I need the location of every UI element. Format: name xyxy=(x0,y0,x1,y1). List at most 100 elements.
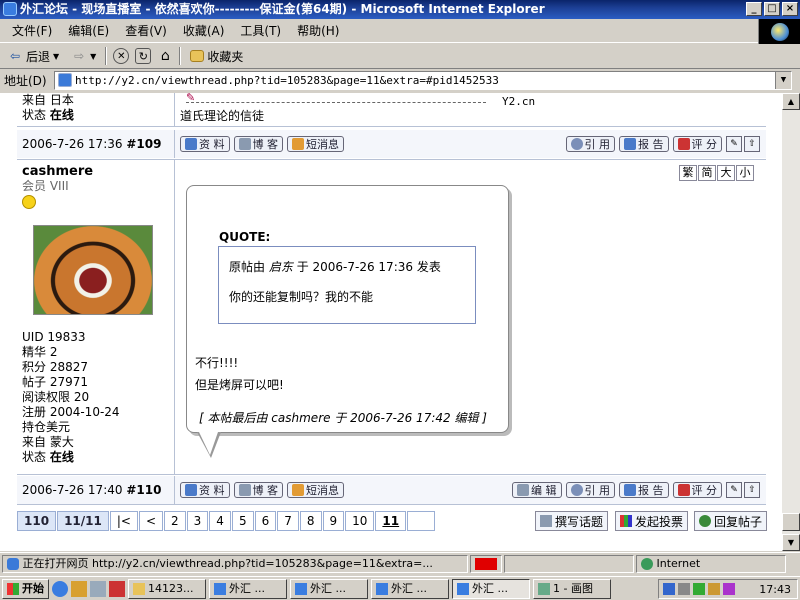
traditional-button[interactable]: 繁 xyxy=(679,165,697,181)
task-item-active[interactable]: 外汇 ... xyxy=(452,578,530,599)
pager-page[interactable]: 5 xyxy=(231,511,254,531)
pen-tray-icon[interactable] xyxy=(708,583,720,595)
input-icon[interactable] xyxy=(723,583,735,595)
profile-button[interactable]: 资 料 xyxy=(180,482,230,498)
address-input[interactable]: http://y2.cn/viewthread.php?tid=105283&p… xyxy=(54,71,792,90)
pager-page[interactable]: 6 xyxy=(254,511,277,531)
pager-page[interactable]: 2 xyxy=(164,511,186,531)
stat-registered: 注册 2004-10-24 xyxy=(22,405,120,419)
pm-button[interactable]: 短消息 xyxy=(287,136,344,152)
ie-quicklaunch-icon[interactable] xyxy=(52,580,68,597)
rate-button[interactable]: 评 分 xyxy=(672,482,722,498)
outlook-icon[interactable] xyxy=(71,580,87,597)
stat-from: 来自 蒙大 xyxy=(22,435,74,449)
refresh-icon[interactable]: ↻ xyxy=(135,48,152,64)
start-button[interactable]: 开始 xyxy=(2,578,49,599)
prev-post-from: 来自 日本 xyxy=(22,93,74,107)
home-icon[interactable]: ⌂ xyxy=(157,48,173,64)
user-icon xyxy=(185,138,197,150)
pager-page[interactable]: 3 xyxy=(186,511,209,531)
media-icon[interactable] xyxy=(109,580,125,597)
task-item[interactable]: 外汇 ... xyxy=(290,578,368,599)
users-icon xyxy=(292,484,304,496)
ie-icon xyxy=(295,582,307,595)
scroll-down-button[interactable]: ▼ xyxy=(782,534,800,551)
menu-help[interactable]: 帮助(H) xyxy=(289,20,347,42)
volume-icon[interactable] xyxy=(678,583,690,595)
new-poll-button[interactable]: 发起投票 xyxy=(615,511,689,531)
menu-file[interactable]: 文件(F) xyxy=(4,20,60,42)
edit-small-icon[interactable]: ✎ xyxy=(726,482,742,498)
speech-icon xyxy=(570,138,583,150)
task-item[interactable]: 外汇 ... xyxy=(371,578,449,599)
vertical-scrollbar[interactable]: ▲ ▼ xyxy=(782,93,800,551)
pen-icon xyxy=(238,484,251,496)
network-icon[interactable] xyxy=(663,583,675,595)
back-arrow-icon: ⇦ xyxy=(9,49,21,63)
menu-bar: 文件(F) 编辑(E) 查看(V) 收藏(A) 工具(T) 帮助(H) xyxy=(0,19,800,43)
menu-edit[interactable]: 编辑(E) xyxy=(60,20,117,42)
post-author[interactable]: cashmere xyxy=(22,164,174,179)
menu-favorites[interactable]: 收藏(A) xyxy=(175,20,233,42)
top-icon[interactable]: ⇧ xyxy=(744,482,760,498)
desktop-icon[interactable] xyxy=(90,580,106,597)
stat-points: 积分 28827 xyxy=(22,360,88,374)
security-icon[interactable] xyxy=(693,583,705,595)
stop-icon[interactable]: ✕ xyxy=(113,48,130,64)
edit-button[interactable]: 编 辑 xyxy=(512,482,562,498)
close-button[interactable]: × xyxy=(782,2,798,16)
prev-post-userinfo: 来自 日本 状态 在线 xyxy=(17,93,175,126)
simplified-button[interactable]: 简 xyxy=(698,165,716,181)
progress-bar xyxy=(475,557,497,570)
address-dropdown[interactable]: ▼ xyxy=(775,72,791,89)
report-button[interactable]: 报 告 xyxy=(619,136,669,152)
globe-icon xyxy=(771,23,789,41)
pen-icon xyxy=(540,515,552,527)
quote-button[interactable]: 引 用 xyxy=(565,482,615,498)
font-smaller-button[interactable]: 小 xyxy=(736,165,754,181)
pager-page[interactable]: 7 xyxy=(277,511,299,531)
post-body: 不行!!!! 但是烤屏可以吧! xyxy=(195,352,284,396)
maximize-button[interactable]: □ xyxy=(764,2,780,16)
edit-icon xyxy=(517,484,529,496)
scroll-thumb[interactable] xyxy=(782,513,800,531)
pager-current: 11 xyxy=(375,511,407,531)
edit-small-icon[interactable]: ✎ xyxy=(726,136,742,152)
blog-button[interactable]: 博 客 xyxy=(233,136,283,152)
rate-button[interactable]: 评 分 xyxy=(672,136,722,152)
favorites-button[interactable]: 收藏夹 xyxy=(187,48,246,65)
task-item[interactable]: 外汇 ... xyxy=(209,578,287,599)
report-button[interactable]: 报 告 xyxy=(619,482,669,498)
back-button[interactable]: ⇦ 后退 ▼ xyxy=(4,48,62,65)
menu-tools[interactable]: 工具(T) xyxy=(232,20,289,42)
pager-page[interactable]: 9 xyxy=(322,511,345,531)
blog-button[interactable]: 博 客 xyxy=(233,482,283,498)
task-item[interactable]: 14123... xyxy=(128,578,206,599)
pager-jump-input[interactable] xyxy=(407,511,436,531)
pager-first[interactable]: |< xyxy=(109,511,138,531)
forward-button[interactable]: ⇨ ▼ xyxy=(68,48,99,64)
pager-page[interactable]: 10 xyxy=(345,511,375,531)
post-bubble: QUOTE: 原帖由 启东 于 2006-7-26 17:36 发表 你的还能复… xyxy=(186,185,509,458)
toolbar-divider xyxy=(105,47,108,65)
quote-button[interactable]: 引 用 xyxy=(565,136,615,152)
menu-view[interactable]: 查看(V) xyxy=(117,20,175,42)
minimize-button[interactable]: _ xyxy=(746,2,762,16)
pager-page[interactable]: 4 xyxy=(209,511,231,531)
pager-page[interactable]: 8 xyxy=(299,511,322,531)
reply-button[interactable]: 回复帖子 xyxy=(694,511,768,531)
paint-icon xyxy=(538,582,550,595)
post-body-line: 但是烤屏可以吧! xyxy=(195,378,284,392)
font-larger-button[interactable]: 大 xyxy=(717,165,735,181)
top-icon[interactable]: ⇧ xyxy=(744,136,760,152)
edit-note: [ 本帖最后由 cashmere 于 2006-7-26 17:42 编辑 ] xyxy=(199,411,487,425)
pm-button[interactable]: 短消息 xyxy=(287,482,344,498)
profile-button[interactable]: 资 料 xyxy=(180,136,230,152)
address-label: 地址(D) xyxy=(4,74,47,88)
pager-prev[interactable]: < xyxy=(138,511,164,531)
scroll-up-button[interactable]: ▲ xyxy=(782,93,800,110)
page-content: 来自 日本 状态 在线 ✎ Y2.cn 道氏理论的信徒 2006-7-26 17… xyxy=(0,93,782,551)
task-item[interactable]: 1 - 画图 xyxy=(533,578,611,599)
bubble-tail-fill xyxy=(199,432,218,455)
new-topic-button[interactable]: 撰写话题 xyxy=(535,511,609,531)
